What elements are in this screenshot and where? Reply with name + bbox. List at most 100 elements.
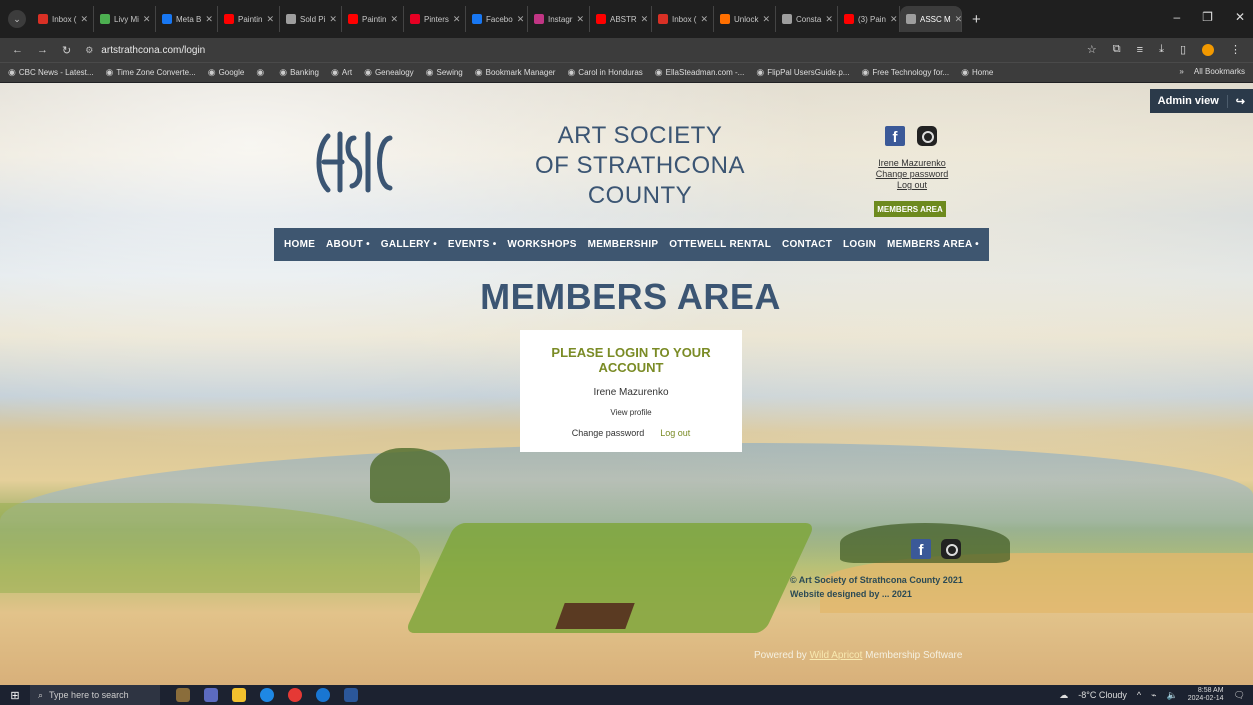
nav-menu-item[interactable]: HOME [284,239,315,250]
bookmark-item[interactable]: ◉ FlipPal UsersGuide.p... [756,67,849,78]
browser-tab[interactable]: Consta ✕ [776,6,838,32]
exit-admin-icon[interactable]: ↪ [1226,94,1253,108]
bookmark-item[interactable]: ◉ CBC News - Latest... [8,67,94,78]
close-icon[interactable]: ✕ [1235,10,1245,24]
browser-tab[interactable]: Facebo ✕ [466,6,528,32]
bookmark-item[interactable]: ◉ Time Zone Converte... [106,67,196,78]
nav-menu-item[interactable]: MEMBERSHIP [588,239,659,250]
edge-icon[interactable] [260,688,274,702]
download-icon[interactable]: ⤓ [1159,43,1164,56]
browser-tab[interactable]: Paintin ✕ [218,6,280,32]
bookmark-item[interactable]: ◉ Home [961,67,993,78]
nav-menu-item[interactable]: LOGIN [843,239,876,250]
network-icon[interactable]: ⌁ [1151,690,1156,701]
bookmarks-more-icon[interactable]: » [1179,67,1183,76]
bookmark-star-icon[interactable]: ☆ [1087,43,1097,56]
bookmark-item[interactable]: ◉ Art [331,67,352,78]
nav-menu-item[interactable]: GALLERY • [381,239,437,250]
tab-close-icon[interactable]: ✕ [641,14,649,25]
tray-chevron-icon[interactable]: ^ [1137,690,1141,700]
browser-tab[interactable]: Livy Mi ✕ [94,6,156,32]
site-title[interactable]: ART SOCIETY OF STRATHCONA COUNTY [520,121,760,211]
browser-tab[interactable]: ABSTR ✕ [590,6,652,32]
menu-kebab-icon[interactable]: ⋮ [1230,43,1241,56]
bookmark-item[interactable]: ◉ Bookmark Manager [475,67,556,78]
user-name-link[interactable]: Irene Mazurenko [862,158,962,169]
instagram-icon[interactable] [917,126,937,146]
browser-tab[interactable]: Paintin ✕ [342,6,404,32]
bookmark-item[interactable]: ◉ Genealogy [364,67,414,78]
bookmark-item[interactable]: ◉ Sewing [426,67,463,78]
tab-close-icon[interactable]: ✕ [329,14,337,25]
tab-close-icon[interactable]: ✕ [762,14,770,25]
tab-close-icon[interactable]: ✕ [266,14,274,25]
reading-list-icon[interactable]: ≡ [1137,44,1143,56]
site-logo[interactable] [310,116,400,206]
clock[interactable]: 8:58 AM 2024-02-14 [1188,687,1224,703]
minimize-icon[interactable]: – [1173,10,1180,24]
nav-menu-item[interactable]: OTTEWELL RENTAL [669,239,771,250]
tab-close-icon[interactable]: ✕ [453,14,461,25]
browser-tab[interactable]: (3) Pain ✕ [838,6,900,32]
task-view-icon[interactable] [204,688,218,702]
windows-start-icon[interactable]: ⊞ [0,689,30,702]
browser-tab[interactable]: Pinters ✕ [404,6,466,32]
notifications-icon[interactable]: 🗨 [1234,690,1245,701]
url-text[interactable]: artstrathcona.com/login [101,45,205,56]
nav-menu-item[interactable]: EVENTS • [448,239,497,250]
word-icon[interactable] [344,688,358,702]
nav-menu-item[interactable]: ABOUT • [326,239,370,250]
bookmark-item[interactable]: ◉ Google [208,67,245,78]
media-player-icon[interactable] [316,688,330,702]
tab-close-icon[interactable]: ✕ [143,14,151,25]
site-settings-icon[interactable]: ⚙ [85,45,93,56]
facebook-icon[interactable]: f [911,539,931,559]
tab-close-icon[interactable]: ✕ [205,14,213,25]
bookmark-item[interactable]: ◉ Free Technology for... [861,67,949,78]
extensions-icon[interactable]: ⧉ [1113,43,1121,56]
bookmark-item[interactable]: ◉ [256,67,267,78]
browser-tab[interactable]: ASSC M ✕ [899,6,962,32]
reload-icon[interactable]: ↻ [62,44,71,57]
view-profile-link[interactable]: View profile [520,408,742,417]
facebook-icon[interactable]: f [885,126,905,146]
browser-tab[interactable]: Unlock ✕ [714,6,776,32]
browser-tab[interactable]: Inbox (✕ [652,6,714,32]
profile-avatar[interactable] [1202,43,1214,56]
url-field[interactable]: ⚙ artstrathcona.com/login [85,40,205,60]
tab-close-icon[interactable]: ✕ [80,14,88,25]
file-explorer-icon[interactable] [232,688,246,702]
chrome-icon[interactable] [288,688,302,702]
browser-tab[interactable]: Meta B ✕ [156,6,218,32]
new-tab-button[interactable]: + [972,11,981,28]
browser-tab[interactable]: Inbox (✕ [32,6,94,32]
restore-icon[interactable]: ❐ [1202,10,1213,24]
tab-close-icon[interactable]: ✕ [700,14,708,25]
weather-text[interactable]: -8°C Cloudy [1078,690,1127,700]
volume-icon[interactable]: 🔈 [1167,690,1178,701]
forward-arrow-icon[interactable]: → [37,44,48,56]
tab-close-icon[interactable]: ✕ [955,14,961,25]
weather-icon[interactable]: ☁ [1059,690,1068,701]
tab-close-icon[interactable]: ✕ [576,14,584,25]
widgets-icon[interactable] [176,688,190,702]
nav-menu-item[interactable]: CONTACT [782,239,832,250]
log-out-link[interactable]: Log out [660,428,690,438]
bookmark-item[interactable]: ◉ Carol in Honduras [567,67,642,78]
nav-menu-item[interactable]: MEMBERS AREA • [887,239,979,250]
browser-tab[interactable]: Sold Pi ✕ [280,6,342,32]
browser-tab[interactable]: Instagr ✕ [528,6,590,32]
tab-search-icon[interactable]: ⌄ [8,10,26,28]
log-out-link[interactable]: Log out [862,180,962,191]
bookmark-item[interactable]: ◉ Banking [279,67,319,78]
instagram-icon[interactable] [941,539,961,559]
tab-close-icon[interactable]: ✕ [890,14,898,25]
tab-close-icon[interactable]: ✕ [390,14,398,25]
change-password-link[interactable]: Change password [572,428,645,438]
members-area-button[interactable]: MEMBERS AREA [874,201,946,217]
tab-close-icon[interactable]: ✕ [517,14,525,25]
back-arrow-icon[interactable]: ← [12,44,23,56]
bookmark-item[interactable]: ◉ EllaSteadman.com -... [655,67,745,78]
taskbar-search[interactable]: ⌕ Type here to search [30,685,160,705]
tab-close-icon[interactable]: ✕ [825,14,833,25]
